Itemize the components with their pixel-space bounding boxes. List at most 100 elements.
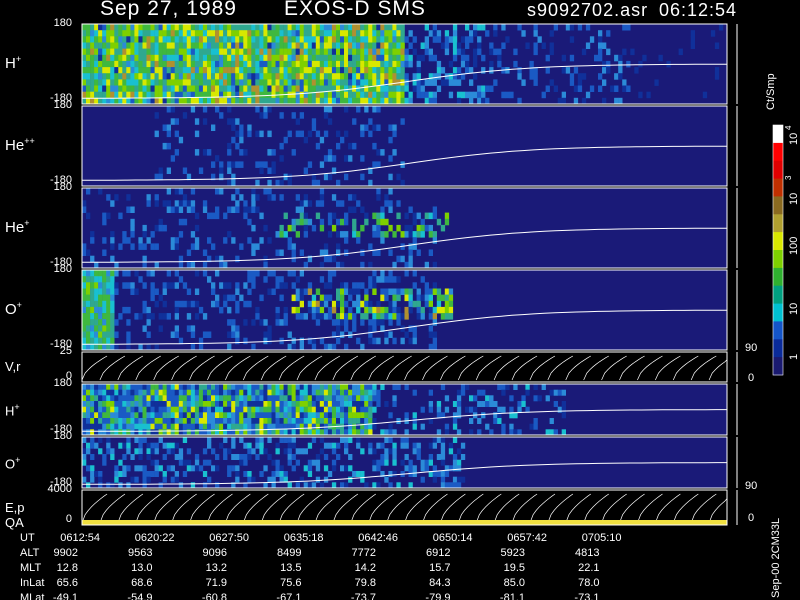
- panel-label-4: V,r: [5, 359, 20, 374]
- panel-label-text: He: [5, 219, 25, 236]
- orbit-row-label: UT: [20, 532, 35, 544]
- orbit-cell: -67.1: [276, 592, 302, 600]
- colorbar-tick: 10: [788, 302, 800, 315]
- ytick-top-4: 25: [59, 345, 72, 357]
- panel-label-sup: +: [16, 300, 22, 310]
- orbit-cell: 19.5: [503, 562, 525, 574]
- line-panel-7: [81, 489, 728, 526]
- orbit-cell: 0650:14: [432, 532, 473, 544]
- panel-label-sup: +: [14, 401, 20, 412]
- line-panel-4: [81, 351, 728, 383]
- filename-label: s9092702.asr: [527, 0, 649, 20]
- colorbar-tick: 3: [784, 175, 793, 180]
- orbit-cell: 65.6: [56, 577, 78, 589]
- colorbar-swatch: [773, 303, 783, 322]
- ytick-top-5: 180: [53, 377, 72, 389]
- panel-label-1: He++: [5, 136, 35, 154]
- orbit-cell: -79.9: [425, 592, 451, 600]
- orbit-cell: -81.1: [499, 592, 525, 600]
- orbit-cell: 0627:50: [209, 532, 249, 544]
- panels-layer: [81, 23, 738, 526]
- orbit-cell: 4813: [575, 547, 600, 559]
- colorbar-swatch: [773, 267, 783, 287]
- orbit-cell: 68.6: [131, 577, 153, 589]
- orbit-cell: 13.0: [131, 562, 153, 574]
- plot-canvas: [81, 23, 784, 526]
- orbit-cell: -73.7: [350, 592, 376, 600]
- colorbar-tick: 1: [788, 353, 800, 360]
- orbit-row-label: MLat: [20, 592, 45, 600]
- time-label: 06:12:54: [659, 0, 738, 20]
- orbit-cell: 71.9: [205, 577, 227, 589]
- panel-bg-1: [82, 106, 727, 186]
- panel-label-text: E,p: [5, 499, 25, 515]
- orbit-cell: 0635:18: [283, 532, 324, 544]
- colorbar-swatch: [773, 178, 783, 197]
- panel-label-sup: +: [15, 54, 22, 64]
- panel-label-3: O+: [5, 300, 22, 318]
- orbit-cell: 79.8: [354, 577, 376, 589]
- colorbar-swatch: [773, 339, 783, 358]
- colorbar: [772, 124, 784, 376]
- figure: Sep 27, 1989 EXOS-D SMS s9092702.asr 06:…: [0, 0, 800, 600]
- orbit-cell: 6912: [426, 547, 451, 559]
- orbit-row-label: InLat: [20, 577, 45, 589]
- colorbar-swatch: [773, 232, 783, 251]
- orbit-cell: 15.7: [429, 562, 451, 574]
- panel-label-sup: +: [24, 218, 30, 228]
- orbit-cell: 13.5: [280, 562, 302, 574]
- panel-label-7: E,p: [5, 500, 25, 515]
- orbit-cell: 14.2: [354, 562, 376, 574]
- orbit-cell: 22.1: [578, 562, 600, 574]
- colorbar-tick: 100: [788, 236, 800, 255]
- colorbar-swatch: [773, 125, 783, 144]
- ytick-top-3: 180: [53, 263, 72, 275]
- ytick-bottom-7: 0: [65, 513, 72, 525]
- ep-right-bottom: 0: [748, 512, 755, 524]
- ytick-top-2: 180: [53, 181, 72, 193]
- colorbar-tick: 4: [784, 125, 793, 130]
- ytick-top-1: 180: [53, 99, 72, 111]
- colorbar-swatch: [773, 357, 783, 376]
- orbit-cell: 0612:54: [60, 532, 100, 544]
- orbit-cell: 78.0: [578, 577, 600, 589]
- orbit-row-label: ALT: [20, 547, 40, 559]
- mission-title: EXOS-D SMS: [284, 0, 426, 20]
- orbit-cell: 75.6: [280, 577, 302, 589]
- colorbar-swatch: [773, 196, 783, 215]
- panel-label-6: O+: [5, 455, 20, 471]
- orbit-cell: -49.1: [52, 592, 78, 600]
- ep-right-top: 90: [745, 480, 758, 492]
- panel-label-text: V,r: [5, 359, 21, 374]
- panel-label-text: H: [5, 402, 15, 418]
- orbit-cell: 0620:22: [134, 532, 175, 544]
- version-label: Sep-00 2CM33L: [770, 517, 782, 598]
- orbit-cell: 8499: [277, 547, 302, 559]
- ytick-top-7: 4000: [47, 483, 72, 495]
- panel-label-5: H+: [5, 402, 20, 418]
- orbit-cell: 0642:46: [358, 532, 398, 544]
- orbit-cell: -60.8: [201, 592, 227, 600]
- orbit-cell: 9563: [128, 547, 153, 559]
- colorbar-swatch: [773, 160, 783, 180]
- vr-right-bottom: 0: [748, 372, 755, 384]
- orbit-cell: -54.9: [127, 592, 153, 600]
- panel-label-sup: +: [15, 454, 21, 465]
- orbit-cell: -73.1: [574, 592, 600, 600]
- panel-label2-7: QA: [5, 515, 24, 530]
- panel-label-2: He+: [5, 218, 29, 236]
- colorbar-swatch: [773, 142, 783, 162]
- orbit-cell: 9902: [53, 547, 78, 559]
- orbit-cell: 0705:10: [581, 532, 622, 544]
- colorbar-tick: 10: [788, 192, 800, 205]
- orbit-cell: 12.8: [56, 562, 78, 574]
- panel-label-text: He: [5, 137, 25, 154]
- panel-label-sup: ++: [24, 136, 35, 146]
- panel-label-0: H+: [5, 54, 21, 72]
- orbit-cell: 85.0: [503, 577, 525, 589]
- ytick-top-0: 180: [53, 17, 72, 29]
- panel-label-text: O: [5, 455, 16, 471]
- orbit-cell: 84.3: [429, 577, 451, 589]
- orbit-cell: 0657:42: [507, 532, 547, 544]
- orbit-row-label: MLT: [20, 562, 42, 574]
